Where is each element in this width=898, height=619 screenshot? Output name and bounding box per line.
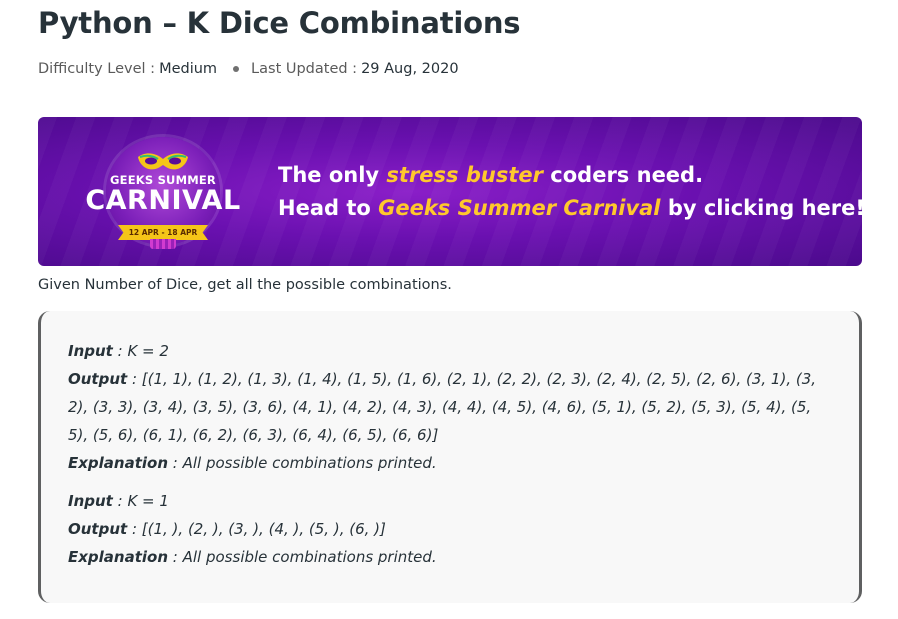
banner-line-1: The only stress buster coders need. [278, 159, 862, 192]
last-updated-date: 29 Aug, 2020 [361, 61, 459, 77]
input-label: Input [68, 342, 113, 360]
output-value: : [(1, 1), (1, 2), (1, 3), (1, 4), (1, 5… [127, 370, 817, 388]
output-label: Output [68, 520, 128, 538]
difficulty-label: Difficulty Level : [38, 61, 156, 77]
example-1-input: Input : K = 2 [68, 337, 835, 365]
input-value: : K = 2 [112, 342, 169, 360]
example-2-input: Input : K = 1 [68, 487, 835, 515]
explanation-label: Explanation [68, 454, 169, 472]
example-1-output-cont: 5), (5, 6), (6, 1), (6, 2), (6, 3), (6, … [68, 426, 439, 444]
separator-dot-icon [233, 66, 240, 72]
example-2-output: Output : [(1, ), (2, ), (3, ), (4, ), (5… [68, 515, 835, 543]
banner-line-2-suffix: by clicking here! [660, 196, 862, 220]
input-value: : K = 1 [112, 492, 169, 510]
explanation-label: Explanation [68, 548, 169, 566]
banner-line-1-suffix: coders need. [542, 163, 704, 187]
article-meta: Difficulty Level : Medium Last Updated :… [38, 59, 868, 79]
article-header: Python – K Dice Combinations Difficulty … [38, 0, 868, 79]
carnival-mask-icon [138, 153, 188, 170]
banner-line-1-prefix: The only [278, 163, 387, 187]
banner-line-2-highlight: Geeks Summer Carnival [378, 196, 661, 220]
carnival-logo: GEEKS SUMMER CARNIVAL 12 APR - 18 APR [78, 131, 248, 251]
last-updated-label: Last Updated : [251, 61, 358, 77]
difficulty-link[interactable]: Medium [159, 61, 217, 77]
page-title: Python – K Dice Combinations [38, 6, 521, 40]
examples-block: Input : K = 2 Output : [(1, 1), (1, 2), … [38, 311, 862, 603]
explanation-value: : All possible combinations printed. [168, 454, 437, 472]
banner-line-2-prefix: Head to [278, 196, 379, 220]
example-spacer [68, 477, 835, 487]
carnival-banner[interactable]: GEEKS SUMMER CARNIVAL 12 APR - 18 APR Th… [38, 117, 862, 266]
banner-line-1-highlight: stress buster [386, 163, 543, 187]
logo-flag [150, 239, 176, 249]
example-1-output-cont: 2), (3, 3), (3, 4), (3, 5), (3, 6), (4, … [68, 398, 812, 416]
example-1-output: Output : [(1, 1), (1, 2), (1, 3), (1, 4)… [68, 365, 835, 393]
intro-text: Given Number of Dice, get all the possib… [38, 277, 452, 293]
logo-main-text: CARNIVAL [85, 185, 241, 216]
banner-message[interactable]: The only stress buster coders need. Head… [278, 159, 862, 225]
output-value: : [(1, ), (2, ), (3, ), (4, ), (5, ), (6… [127, 520, 386, 538]
explanation-value: : All possible combinations printed. [168, 548, 437, 566]
output-label: Output [68, 370, 128, 388]
banner-line-2: Head to Geeks Summer Carnival by clickin… [278, 192, 862, 225]
input-label: Input [68, 492, 113, 510]
example-1-explanation: Explanation : All possible combinations … [68, 449, 835, 477]
example-2-explanation: Explanation : All possible combinations … [68, 543, 835, 571]
logo-dates-ribbon: 12 APR - 18 APR [118, 225, 208, 240]
